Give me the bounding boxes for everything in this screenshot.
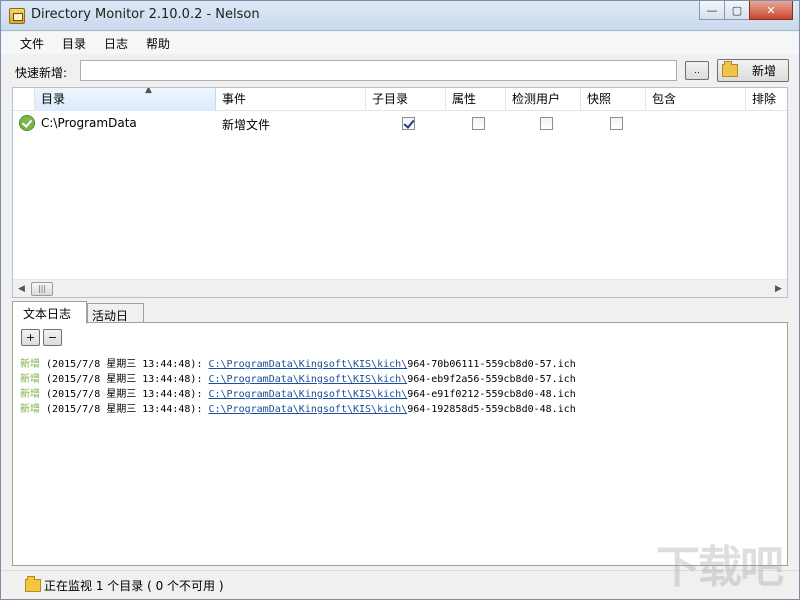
status-text: 正在监视 1 个目录 ( 0 个不可用 ) <box>44 579 224 593</box>
text-log-panel: + − 新增 (2015/7/8 星期三 13:44:48): C:\Progr… <box>12 322 788 566</box>
column-header-row: ▲ 目录 事件 子目录 属性 检测用户 快照 包含 排除 <box>13 88 787 111</box>
log-path-link[interactable]: C:\ProgramData\Kingsoft\KIS\kich\ <box>209 359 408 370</box>
log-toolbar: + − <box>21 329 65 346</box>
log-path-link[interactable]: C:\ProgramData\Kingsoft\KIS\kich\ <box>209 404 408 415</box>
add-button-label: 新增 <box>752 64 777 78</box>
attributes-checkbox[interactable] <box>472 117 485 130</box>
tab-activity-log[interactable]: 活动日志 <box>87 303 144 340</box>
quick-add-label: 快速新增: <box>15 66 68 80</box>
log-tag: 新增 <box>20 389 40 400</box>
close-button[interactable]: ✕ <box>749 1 793 20</box>
quick-add-row: 快速新增: .. 新增 <box>1 56 799 86</box>
folder-icon <box>25 576 41 592</box>
row-path: C:\ProgramData <box>41 116 137 130</box>
minimize-button[interactable]: — <box>699 1 725 20</box>
snapshot-checkbox[interactable] <box>610 117 623 130</box>
column-snapshot[interactable]: 快照 <box>581 88 646 111</box>
column-exclude[interactable]: 排除 <box>746 88 787 111</box>
watermark: 下载吧 <box>656 542 784 593</box>
log-entry: 新增 (2015/7/8 星期三 13:44:48): C:\ProgramDa… <box>20 402 576 417</box>
title-bar: Directory Monitor 2.10.0.2 - Nelson — ▢ … <box>1 1 799 31</box>
menu-file[interactable]: 文件 <box>11 33 53 54</box>
column-detect-user[interactable]: 检测用户 <box>506 88 581 111</box>
log-entry: 新增 (2015/7/8 星期三 13:44:48): C:\ProgramDa… <box>20 387 576 402</box>
menu-bar: 文件 目录 日志 帮助 <box>1 32 799 54</box>
log-tag: 新增 <box>20 374 40 385</box>
maximize-button[interactable]: ▢ <box>724 1 750 20</box>
log-path-link[interactable]: C:\ProgramData\Kingsoft\KIS\kich\ <box>209 389 408 400</box>
log-file: 964-70b06111-559cb8d0-57.ich <box>407 359 576 370</box>
log-entry: 新增 (2015/7/8 星期三 13:44:48): C:\ProgramDa… <box>20 372 576 387</box>
log-file: 964-eb9f2a56-559cb8d0-57.ich <box>407 374 576 385</box>
add-directory-button[interactable]: 新增 <box>717 59 789 82</box>
quick-add-input[interactable] <box>80 60 677 81</box>
ok-check-icon <box>19 115 35 131</box>
app-folder-icon <box>9 8 25 24</box>
log-tag: 新增 <box>20 404 40 415</box>
column-attributes[interactable]: 属性 <box>446 88 506 111</box>
row-event: 新增文件 <box>222 118 271 132</box>
log-file: 964-192858d5-559cb8d0-48.ich <box>407 404 576 415</box>
horizontal-scrollbar[interactable]: ◀ ||| ▶ <box>13 279 787 297</box>
sort-up-icon: ▲ <box>145 87 152 95</box>
column-subdirectory[interactable]: 子目录 <box>366 88 446 111</box>
log-time: (2015/7/8 星期三 13:44:48): <box>46 374 203 385</box>
column-directory-label: 目录 <box>41 92 66 106</box>
log-file: 964-e91f0212-559cb8d0-48.ich <box>407 389 576 400</box>
folder-add-icon <box>722 61 738 77</box>
log-time: (2015/7/8 星期三 13:44:48): <box>46 359 203 370</box>
app-window: Directory Monitor 2.10.0.2 - Nelson — ▢ … <box>0 0 800 600</box>
column-directory[interactable]: ▲ 目录 <box>35 88 216 111</box>
table-row[interactable]: C:\ProgramData 新增文件 <box>13 112 787 134</box>
log-time: (2015/7/8 星期三 13:44:48): <box>46 404 203 415</box>
collapse-button[interactable]: − <box>43 329 62 346</box>
scroll-thumb[interactable]: ||| <box>31 282 53 296</box>
column-include[interactable]: 包含 <box>646 88 746 111</box>
tab-text-log[interactable]: 文本日志 <box>12 301 87 324</box>
directory-list[interactable]: ▲ 目录 事件 子目录 属性 检测用户 快照 包含 排除 C:\ProgramD… <box>12 87 788 298</box>
scroll-right-icon[interactable]: ▶ <box>775 284 782 294</box>
menu-help[interactable]: 帮助 <box>137 33 179 54</box>
menu-directory[interactable]: 目录 <box>53 33 95 54</box>
window-title: Directory Monitor 2.10.0.2 - Nelson <box>31 7 260 22</box>
expand-button[interactable]: + <box>21 329 40 346</box>
subdirectory-checkbox[interactable] <box>402 117 415 130</box>
window-controls: — ▢ ✕ <box>699 1 793 21</box>
log-tag: 新增 <box>20 359 40 370</box>
log-entry: 新增 (2015/7/8 星期三 13:44:48): C:\ProgramDa… <box>20 357 576 372</box>
column-event[interactable]: 事件 <box>216 88 366 111</box>
log-time: (2015/7/8 星期三 13:44:48): <box>46 389 203 400</box>
browse-button[interactable]: .. <box>685 61 709 80</box>
column-status[interactable] <box>13 88 35 111</box>
detect-user-checkbox[interactable] <box>540 117 553 130</box>
scroll-left-icon[interactable]: ◀ <box>18 284 25 294</box>
menu-log[interactable]: 日志 <box>95 33 137 54</box>
log-lines: 新增 (2015/7/8 星期三 13:44:48): C:\ProgramDa… <box>20 357 576 417</box>
log-path-link[interactable]: C:\ProgramData\Kingsoft\KIS\kich\ <box>209 374 408 385</box>
